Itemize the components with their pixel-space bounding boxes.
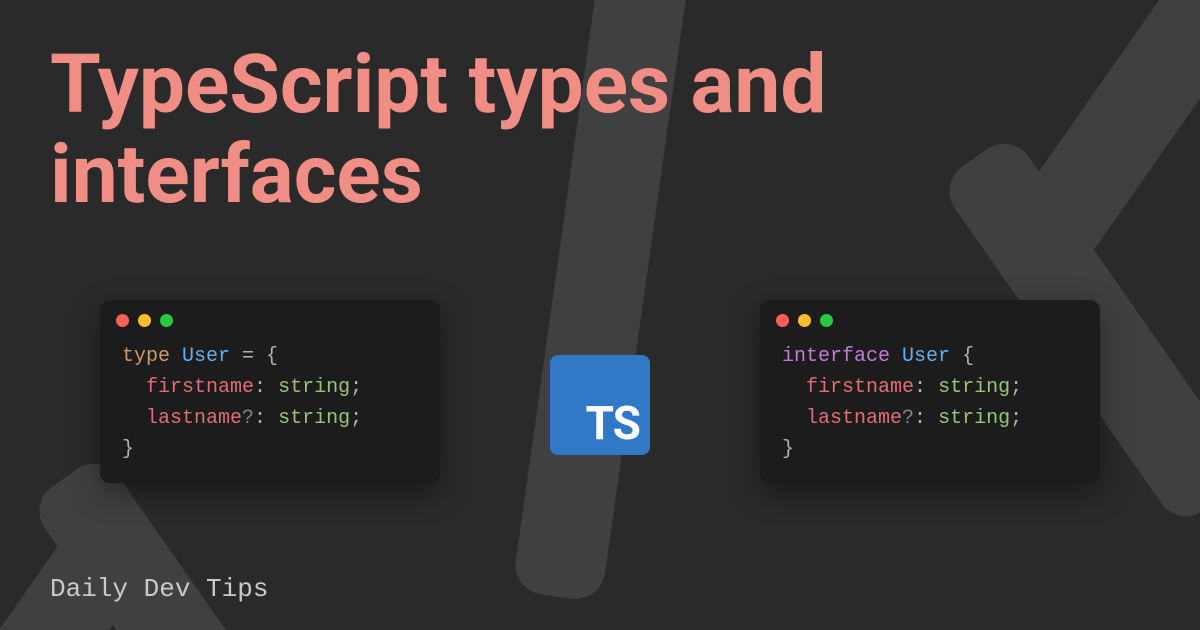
type-annotation: string <box>278 376 350 399</box>
punct: = { <box>230 345 278 368</box>
optional-marker: ? <box>902 407 914 430</box>
maximize-icon <box>160 314 173 327</box>
property: firstname <box>146 376 254 399</box>
brace-close: } <box>122 438 134 461</box>
close-icon <box>776 314 789 327</box>
property: lastname <box>806 407 902 430</box>
brace-open: { <box>950 345 974 368</box>
type-annotation: string <box>278 407 350 430</box>
brace-close: } <box>782 438 794 461</box>
footer-brand: Daily Dev Tips <box>50 574 268 604</box>
typescript-logo-label: TS <box>586 397 640 451</box>
type-annotation: string <box>938 407 1010 430</box>
minimize-icon <box>798 314 811 327</box>
maximize-icon <box>820 314 833 327</box>
code-block-interface: interface User { firstname: string; last… <box>760 341 1100 465</box>
code-window-interface: interface User { firstname: string; last… <box>760 300 1100 483</box>
code-window-type: type User = { firstname: string; lastnam… <box>100 300 440 483</box>
property: lastname <box>146 407 242 430</box>
window-traffic-lights <box>760 314 1100 341</box>
property: firstname <box>806 376 914 399</box>
optional-marker: ? <box>242 407 254 430</box>
close-icon <box>116 314 129 327</box>
typescript-logo: TS <box>550 355 650 455</box>
page-title: TypeScript types and interfaces <box>50 40 1150 220</box>
minimize-icon <box>138 314 151 327</box>
identifier: User <box>902 345 950 368</box>
keyword: type <box>122 345 170 368</box>
code-block-type: type User = { firstname: string; lastnam… <box>100 341 440 465</box>
identifier: User <box>182 345 230 368</box>
window-traffic-lights <box>100 314 440 341</box>
keyword: interface <box>782 345 890 368</box>
type-annotation: string <box>938 376 1010 399</box>
